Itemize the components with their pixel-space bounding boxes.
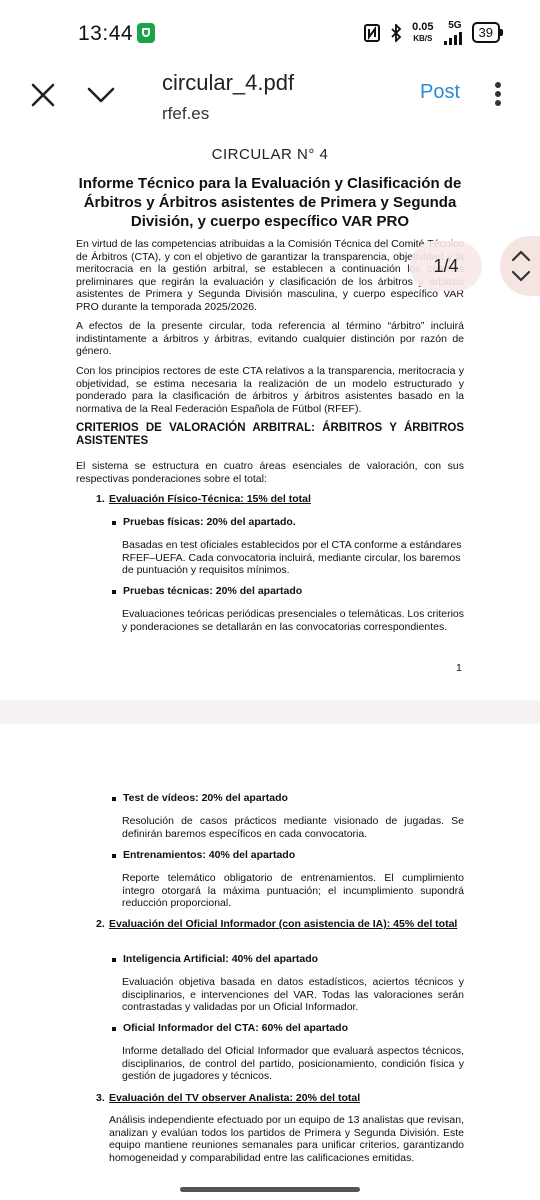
more-options-icon[interactable] — [490, 82, 506, 112]
scroll-arrows-icon — [511, 250, 531, 282]
list-number: 1. — [96, 493, 105, 505]
bullet-icon — [112, 797, 116, 801]
page-indicator: 1/4 — [410, 241, 482, 291]
bullet-title: Test de vídeos: 20% del apartado — [123, 792, 288, 804]
file-title: circular_4.pdf — [162, 70, 295, 95]
bullet-icon — [112, 854, 116, 858]
bullet-title: Oficial Informador del CTA: 60% del apar… — [123, 1022, 349, 1034]
bluetooth-icon — [391, 23, 402, 42]
list-item-title: Evaluación del TV observer Analista: 20%… — [109, 1092, 361, 1104]
close-icon[interactable] — [30, 82, 56, 108]
file-source: rfef.es — [162, 104, 210, 123]
chevron-down-icon[interactable] — [86, 84, 116, 106]
clock: 13:44 — [78, 22, 134, 45]
list-number: 3. — [96, 1092, 105, 1104]
signal-icon: 5G — [443, 20, 462, 45]
status-icons: 0.05 KB/S 5G 39 — [364, 20, 504, 45]
paragraph-definition: A efectos de la presente circular, toda … — [76, 320, 464, 357]
pdf-page-2: Test de vídeos: 20% del apartado Resoluc… — [0, 724, 540, 1200]
list-item-title: Evaluación del Oficial Informador (con a… — [109, 918, 458, 930]
net-speed: 0.05 KB/S — [412, 20, 434, 43]
section-heading: CRITERIOS DE VALORACIÓN ARBITRAL: ÁRBITR… — [76, 422, 464, 447]
bullet-text: Reporte telemático obligatorio de entren… — [122, 872, 464, 909]
page-number: 1 — [456, 662, 462, 674]
bullet-title: Pruebas técnicas: 20% del apartado — [123, 585, 303, 597]
bullet-title: Entrenamientos: 40% del apartado — [123, 849, 296, 861]
bullet-text: Basadas en test oficiales establecidos p… — [122, 539, 462, 576]
bullet-title: Inteligencia Artificial: 40% del apartad… — [123, 953, 319, 965]
bullet-icon — [112, 590, 116, 594]
bullet-icon — [112, 958, 116, 962]
app-header: circular_4.pdf rfef.es Post — [0, 64, 540, 140]
list-item-title: Evaluación Físico-Técnica: 15% del total — [109, 493, 311, 505]
bullet-icon — [112, 521, 116, 525]
paragraph-structure: El sistema se estructura en cuatro áreas… — [76, 460, 464, 485]
shield-icon — [137, 23, 155, 43]
paragraph-principles: Con los principios rectores de este CTA … — [76, 365, 464, 415]
list-number: 2. — [96, 918, 105, 930]
bullet-text: Evaluación objetiva basada en datos esta… — [122, 976, 464, 1013]
paragraph-intro: En virtud de las competencias atribuidas… — [76, 238, 464, 313]
bullet-title: Pruebas físicas: 20% del apartado. — [123, 516, 296, 528]
home-indicator[interactable] — [180, 1187, 360, 1192]
battery-icon: 39 — [471, 22, 504, 43]
post-button[interactable]: Post — [420, 81, 460, 104]
nfc-icon — [364, 23, 381, 42]
bullet-icon — [112, 1027, 116, 1031]
bullet-text: Evaluaciones teóricas periódicas presenc… — [122, 608, 464, 633]
pdf-page-1: CIRCULAR N° 4 Informe Técnico para la Ev… — [0, 140, 540, 700]
document-title: Informe Técnico para la Evaluación y Cla… — [78, 175, 462, 230]
bullet-text: Informe detallado del Oficial Informador… — [122, 1045, 464, 1082]
list-item-text: Análisis independiente efectuado por un … — [109, 1114, 464, 1164]
bullet-text: Resolución de casos prácticos mediante v… — [122, 815, 464, 840]
circular-number: CIRCULAR N° 4 — [211, 146, 329, 163]
status-bar: 13:44 0.05 KB/S 5G 39 — [0, 0, 540, 64]
